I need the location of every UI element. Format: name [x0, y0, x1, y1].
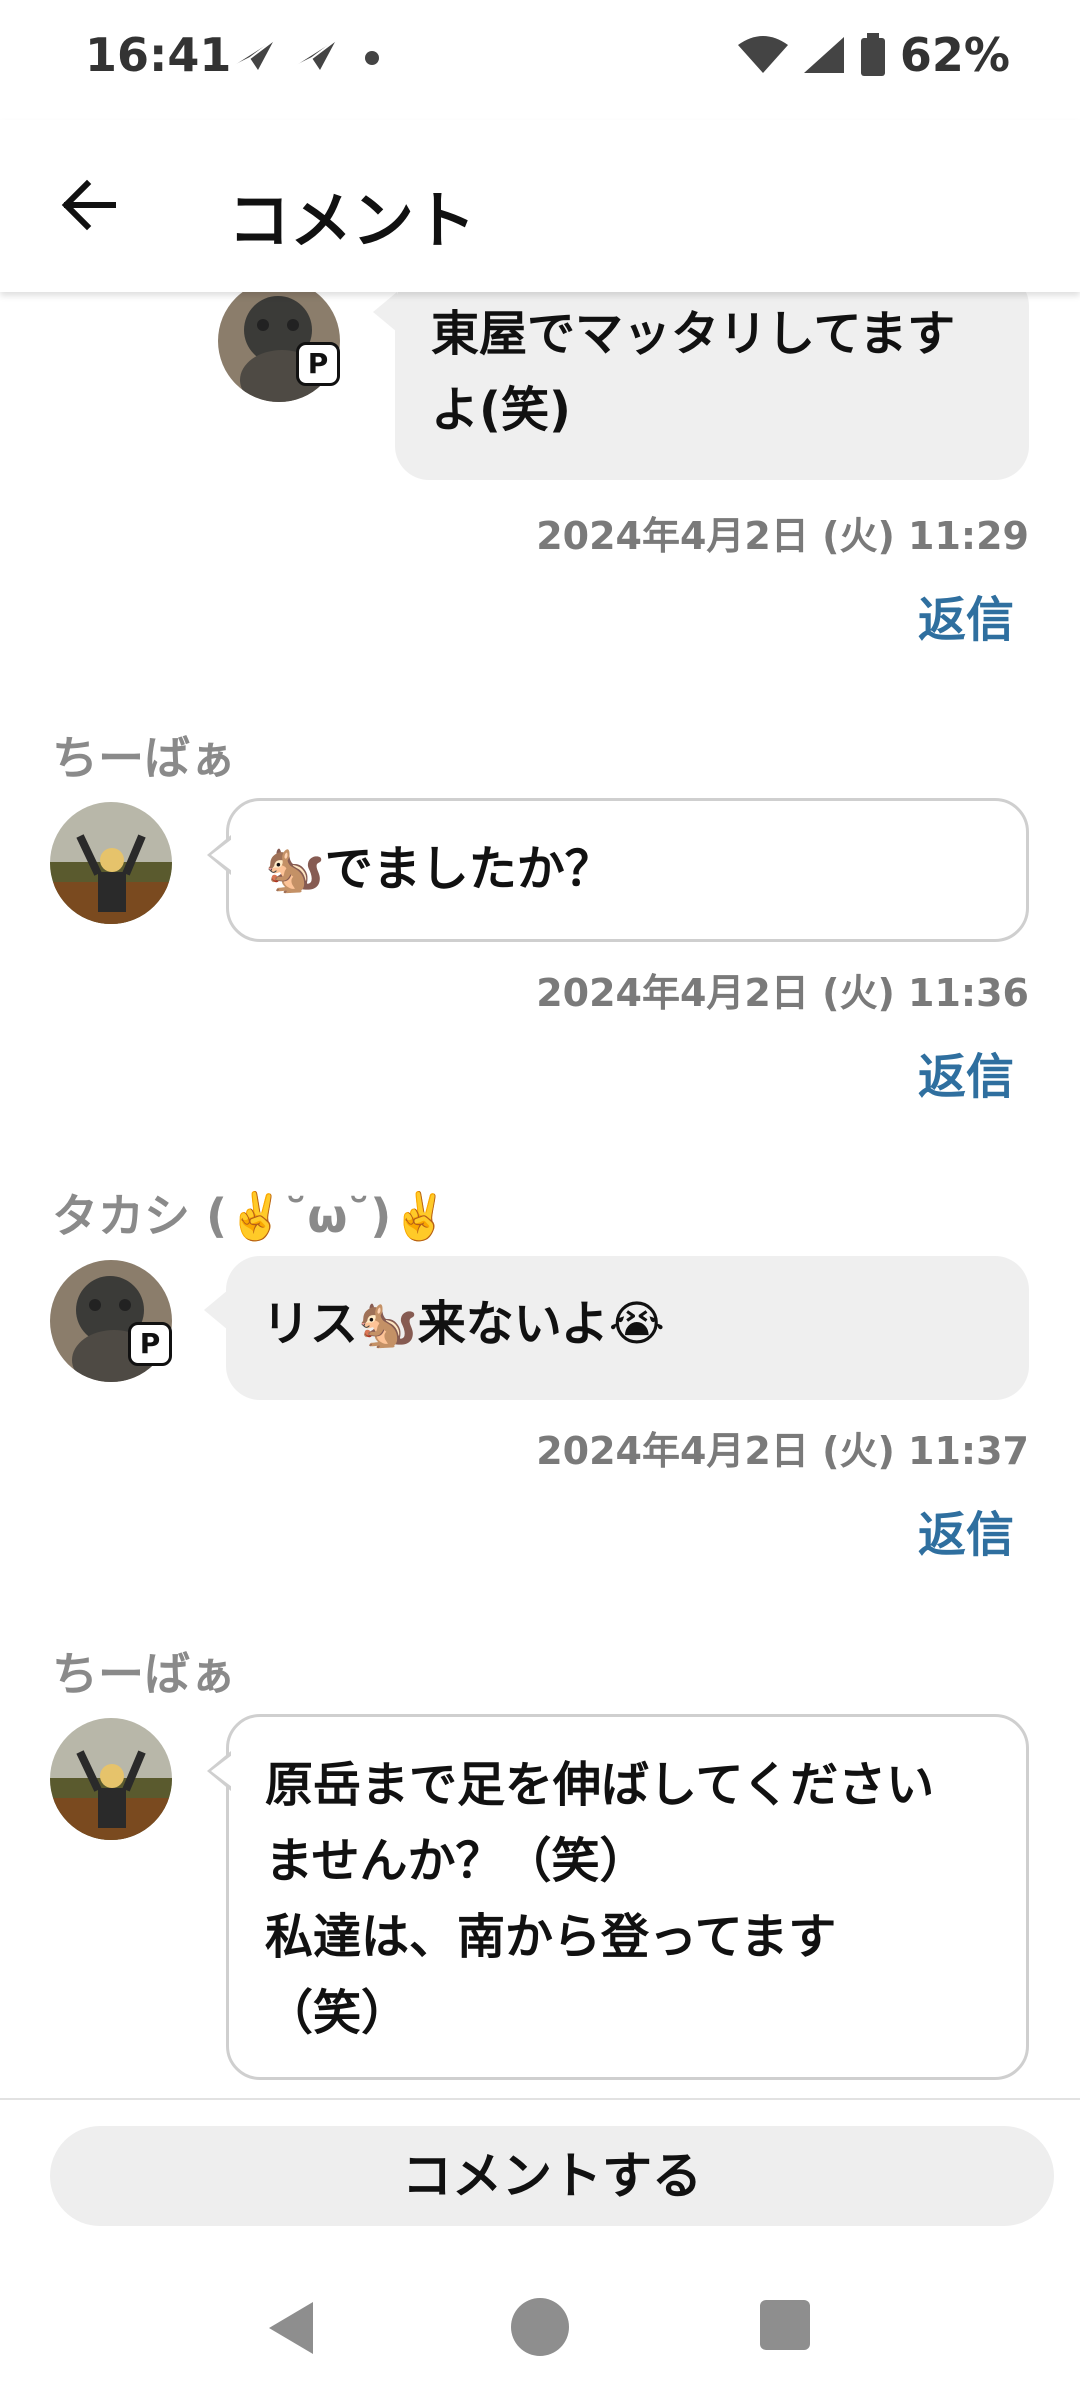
system-navigation-bar	[0, 2248, 1080, 2400]
comment-author: タカシ (✌️˘ω˘)✌️	[52, 1189, 449, 1243]
comment-text-line: 原岳まで足を伸ばしてください	[265, 1757, 935, 1813]
comment-text-line: （笑）	[265, 1985, 410, 2041]
comment-timestamp: 2024年4月2日 (火) 11:36	[536, 971, 1029, 1015]
page-title: コメント	[228, 184, 477, 257]
comment-author: ちーばぁ	[52, 731, 236, 785]
wifi-icon	[737, 36, 788, 73]
comment-bubble: リス🐿️来ないよ😭	[204, 1256, 1029, 1400]
comment-text-line: リス🐿️来ないよ😭	[262, 1296, 665, 1352]
comment-bubble: 原岳まで足を伸ばしてください ませんか？（笑） 私達は、南から登ってます （笑）	[207, 1714, 1029, 2080]
comment-timestamp: 2024年4月2日 (火) 11:29	[536, 514, 1029, 558]
comment-bubble: 東屋でマッタリしてます よ(笑)	[373, 292, 1029, 480]
signal-icon	[803, 37, 844, 73]
status-bar: 16:41 62%	[0, 0, 1080, 120]
comment-text-line: 東屋でマッタリしてます	[431, 306, 956, 362]
post-comment-button[interactable]: コメントする	[50, 2126, 1054, 2226]
paper-plane-icon	[229, 39, 275, 70]
reply-button[interactable]: 返信	[918, 1495, 1014, 1565]
comment-text-line: 🐿️でましたか？	[265, 841, 613, 897]
comment-text-line: よ(笑)	[431, 382, 571, 438]
paper-plane-icon	[291, 39, 337, 70]
comment-timestamp: 2024年4月2日 (火) 11:37	[536, 1429, 1029, 1473]
comment-author: ちーばぁ	[52, 1647, 236, 1701]
reply-button[interactable]: 返信	[918, 1037, 1014, 1107]
dot-icon	[365, 51, 379, 65]
comment-list[interactable]: P 東屋でマッタリしてます よ(笑) 2024年4月2日 (火) 11:29 返…	[0, 292, 1080, 2098]
avatar[interactable]	[50, 802, 172, 924]
comment-bubble: 🐿️でましたか？	[207, 798, 1029, 942]
battery-percent: 62%	[899, 28, 1010, 82]
badge-icon: P	[128, 1322, 172, 1366]
comment-bar: コメントする	[0, 2098, 1080, 2250]
comment-text-line: ませんか？（笑）	[265, 1833, 648, 1889]
battery-icon	[860, 33, 885, 76]
nav-back-icon[interactable]	[265, 2300, 315, 2356]
avatar[interactable]	[50, 1718, 172, 1840]
nav-recents-icon[interactable]	[760, 2300, 810, 2350]
nav-home-icon[interactable]	[511, 2298, 569, 2356]
status-right: 62%	[737, 28, 1010, 82]
badge-icon: P	[296, 342, 340, 386]
comment-text-line: 私達は、南から登ってます	[265, 1909, 837, 1965]
status-time: 16:41	[85, 28, 232, 82]
app-header: コメント	[0, 120, 1080, 292]
arrow-left-icon	[61, 179, 116, 231]
notification-icons	[228, 38, 392, 72]
back-button[interactable]	[55, 170, 125, 240]
reply-button[interactable]: 返信	[918, 580, 1014, 650]
